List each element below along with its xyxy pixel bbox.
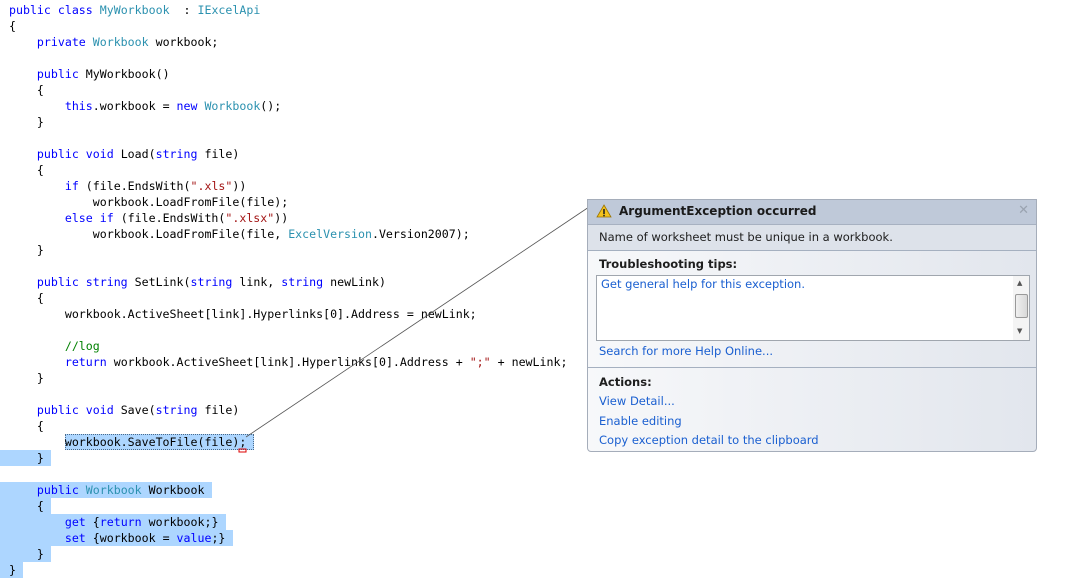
scroll-thumb[interactable] bbox=[1015, 294, 1028, 318]
exception-assistant: ArgumentException occurred ✕ Name of wor… bbox=[587, 199, 1037, 452]
exception-title: ArgumentException occurred bbox=[619, 204, 817, 218]
search-help-online-link[interactable]: Search for more Help Online... bbox=[599, 344, 773, 358]
tips-list: Get general help for this exception. ▲ ▼ bbox=[596, 275, 1030, 341]
close-icon[interactable]: ✕ bbox=[1018, 203, 1029, 218]
divider bbox=[588, 367, 1036, 368]
tip-link-general-help[interactable]: Get general help for this exception. bbox=[601, 277, 805, 291]
scroll-up-icon[interactable]: ▲ bbox=[1017, 279, 1022, 287]
copy-exception-detail-link[interactable]: Copy exception detail to the clipboard bbox=[599, 433, 819, 447]
tips-scrollbar[interactable]: ▲ ▼ bbox=[1013, 276, 1029, 340]
enable-editing-link[interactable]: Enable editing bbox=[599, 414, 682, 428]
error-squiggle-marker bbox=[238, 448, 247, 453]
exception-message: Name of worksheet must be unique in a wo… bbox=[588, 225, 1036, 251]
actions-heading: Actions: bbox=[599, 375, 652, 389]
tips-heading: Troubleshooting tips: bbox=[599, 257, 738, 271]
scroll-down-icon[interactable]: ▼ bbox=[1017, 327, 1022, 335]
warning-icon bbox=[596, 204, 612, 218]
exception-header: ArgumentException occurred ✕ bbox=[588, 200, 1036, 225]
view-detail-link[interactable]: View Detail... bbox=[599, 394, 675, 408]
